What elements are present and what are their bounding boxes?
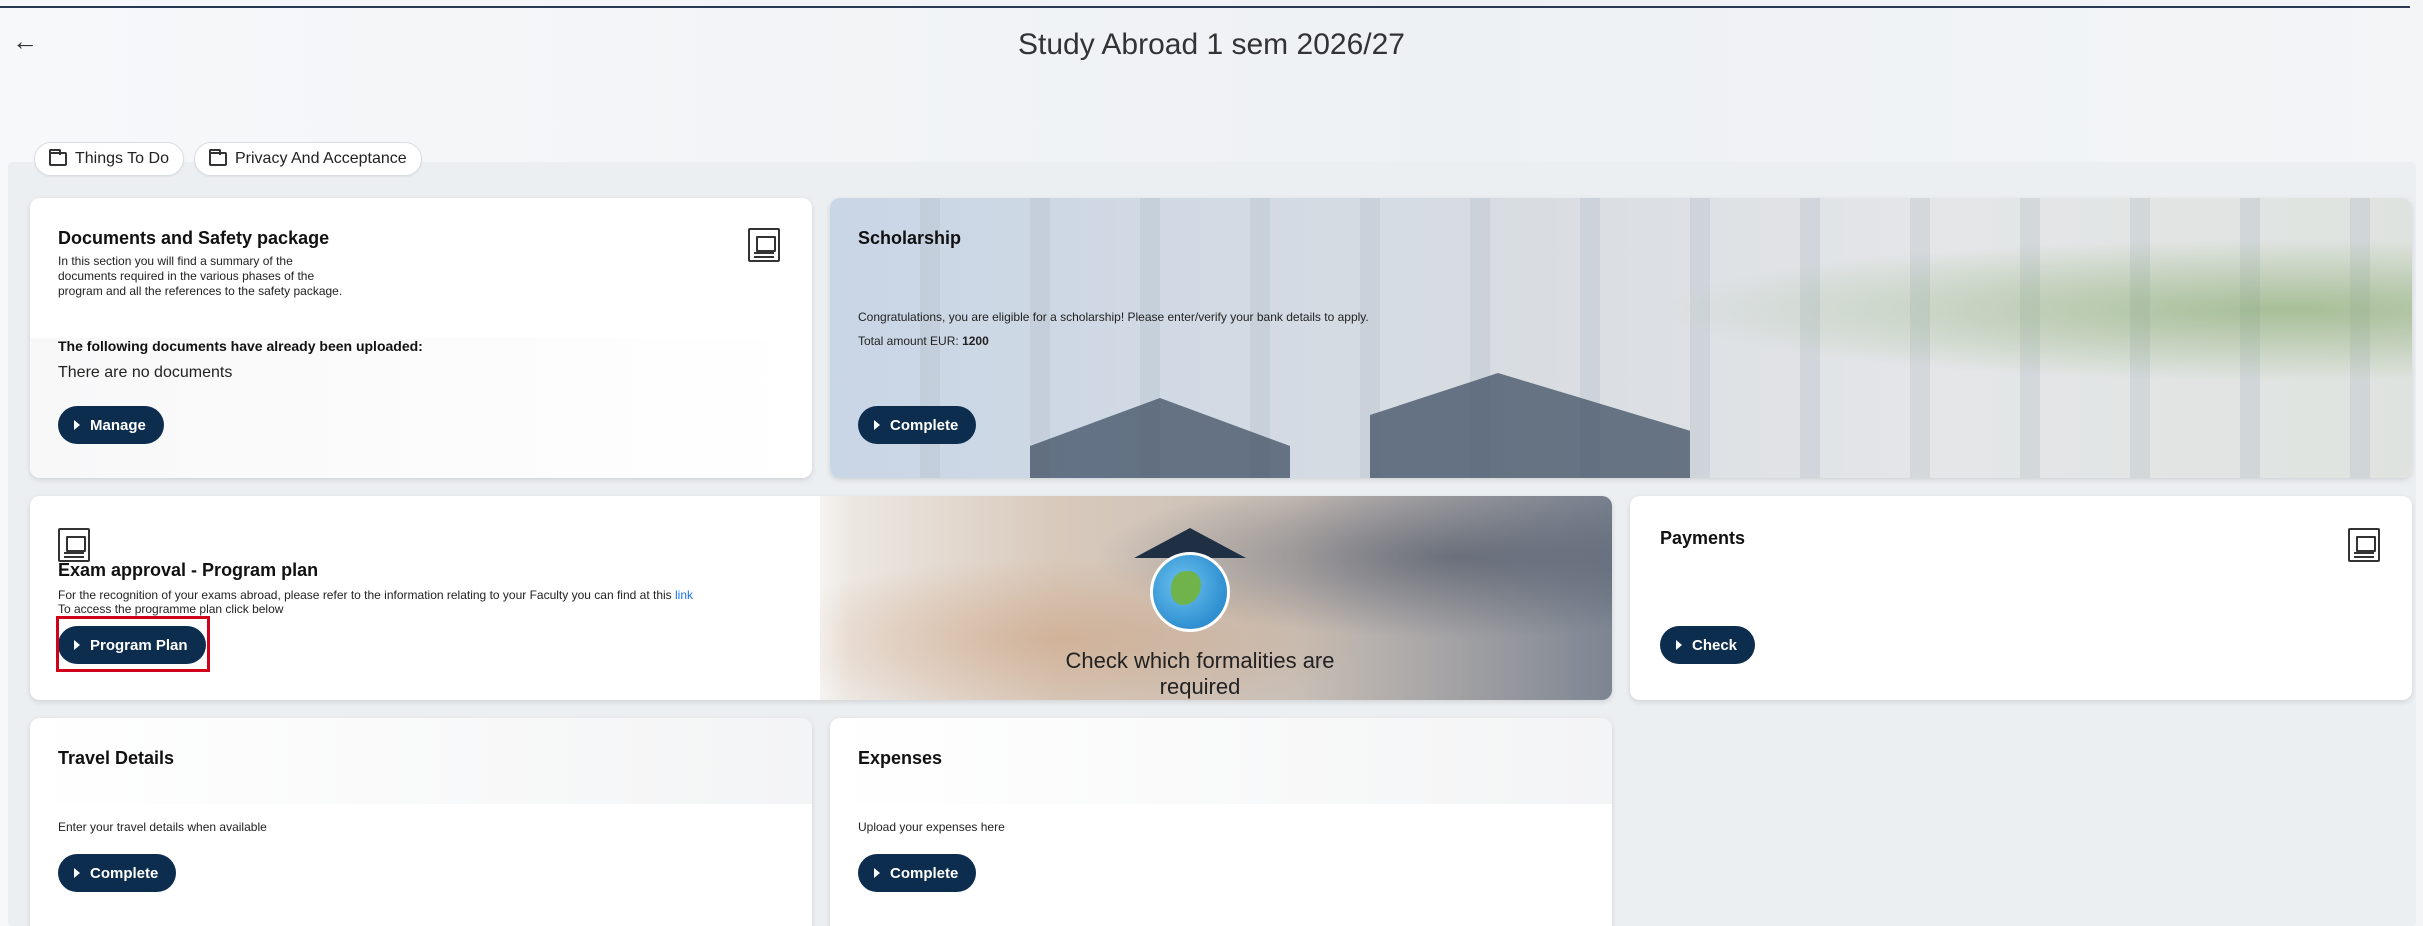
faculty-link[interactable]: link (675, 588, 693, 602)
top-divider (0, 6, 2410, 8)
globe-icon (1150, 552, 1230, 632)
scholarship-card: Scholarship Congratulations, you are eli… (830, 198, 2412, 478)
scholarship-message: Congratulations, you are eligible for a … (858, 310, 1369, 324)
card-band (830, 718, 1612, 804)
play-icon (874, 868, 880, 878)
exam-description: For the recognition of your exams abroad… (58, 588, 693, 603)
tab-label: Privacy And Acceptance (234, 150, 407, 167)
play-icon (74, 868, 80, 878)
travel-description: Enter your travel details when available (58, 820, 267, 834)
manage-button[interactable]: Manage (58, 406, 164, 444)
document-icon (748, 228, 780, 262)
expenses-description: Upload your expenses here (858, 820, 1005, 834)
play-icon (74, 420, 80, 430)
expenses-card: Expenses Upload your expenses here Compl… (830, 718, 1612, 926)
payments-card: Payments Check (1630, 496, 2412, 700)
amount-label: Total amount EUR: (858, 334, 959, 348)
tab-label: Things To Do (75, 150, 169, 167)
amount-value: 1200 (962, 334, 989, 348)
scholarship-amount: Total amount EUR: 1200 (858, 334, 989, 349)
scholarship-complete-button[interactable]: Complete (858, 406, 977, 444)
documents-description: In this section you will find a summary … (58, 254, 343, 298)
document-icon (58, 528, 90, 562)
tab-things-to-do[interactable]: Things To Do (34, 142, 184, 176)
button-label: Manage (90, 416, 146, 434)
travel-title: Travel Details (58, 748, 175, 768)
button-label: Complete (890, 864, 959, 882)
documents-card: Documents and Safety package In this sec… (30, 198, 812, 478)
program-plan-highlight (56, 616, 210, 672)
check-button[interactable]: Check (1660, 626, 1756, 664)
exam-description-text: For the recognition of your exams abroad… (58, 588, 672, 602)
folder-icon (208, 149, 227, 166)
exam-description-2: To access the programme plan click below (58, 602, 284, 616)
play-icon (1676, 640, 1682, 650)
travel-details-card: Travel Details Enter your travel details… (30, 718, 812, 926)
exam-approval-card: Exam approval - Program plan For the rec… (30, 496, 1612, 700)
formalities-banner-text: Check which formalities are required (1065, 648, 1335, 699)
uploaded-value: There are no documents (58, 364, 233, 381)
expenses-title: Expenses (858, 748, 943, 768)
page-title: Study Abroad 1 sem 2026/27 (1018, 28, 1405, 61)
button-label: Complete (90, 864, 159, 882)
scholarship-title: Scholarship (858, 228, 962, 248)
exam-title: Exam approval - Program plan (58, 560, 319, 580)
button-label: Check (1692, 636, 1738, 654)
documents-title: Documents and Safety package (58, 228, 330, 248)
play-icon (874, 420, 880, 430)
expenses-complete-button[interactable]: Complete (858, 854, 977, 892)
tab-privacy-and-acceptance[interactable]: Privacy And Acceptance (193, 142, 422, 176)
uploaded-heading: The following documents have already bee… (58, 338, 423, 354)
document-icon (2348, 528, 2380, 562)
tab-bar: Things To Do Privacy And Acceptance (34, 142, 422, 176)
folder-icon (49, 149, 67, 166)
travel-complete-button[interactable]: Complete (58, 854, 177, 892)
payments-title: Payments (1660, 528, 1746, 548)
button-label: Complete (890, 416, 959, 434)
